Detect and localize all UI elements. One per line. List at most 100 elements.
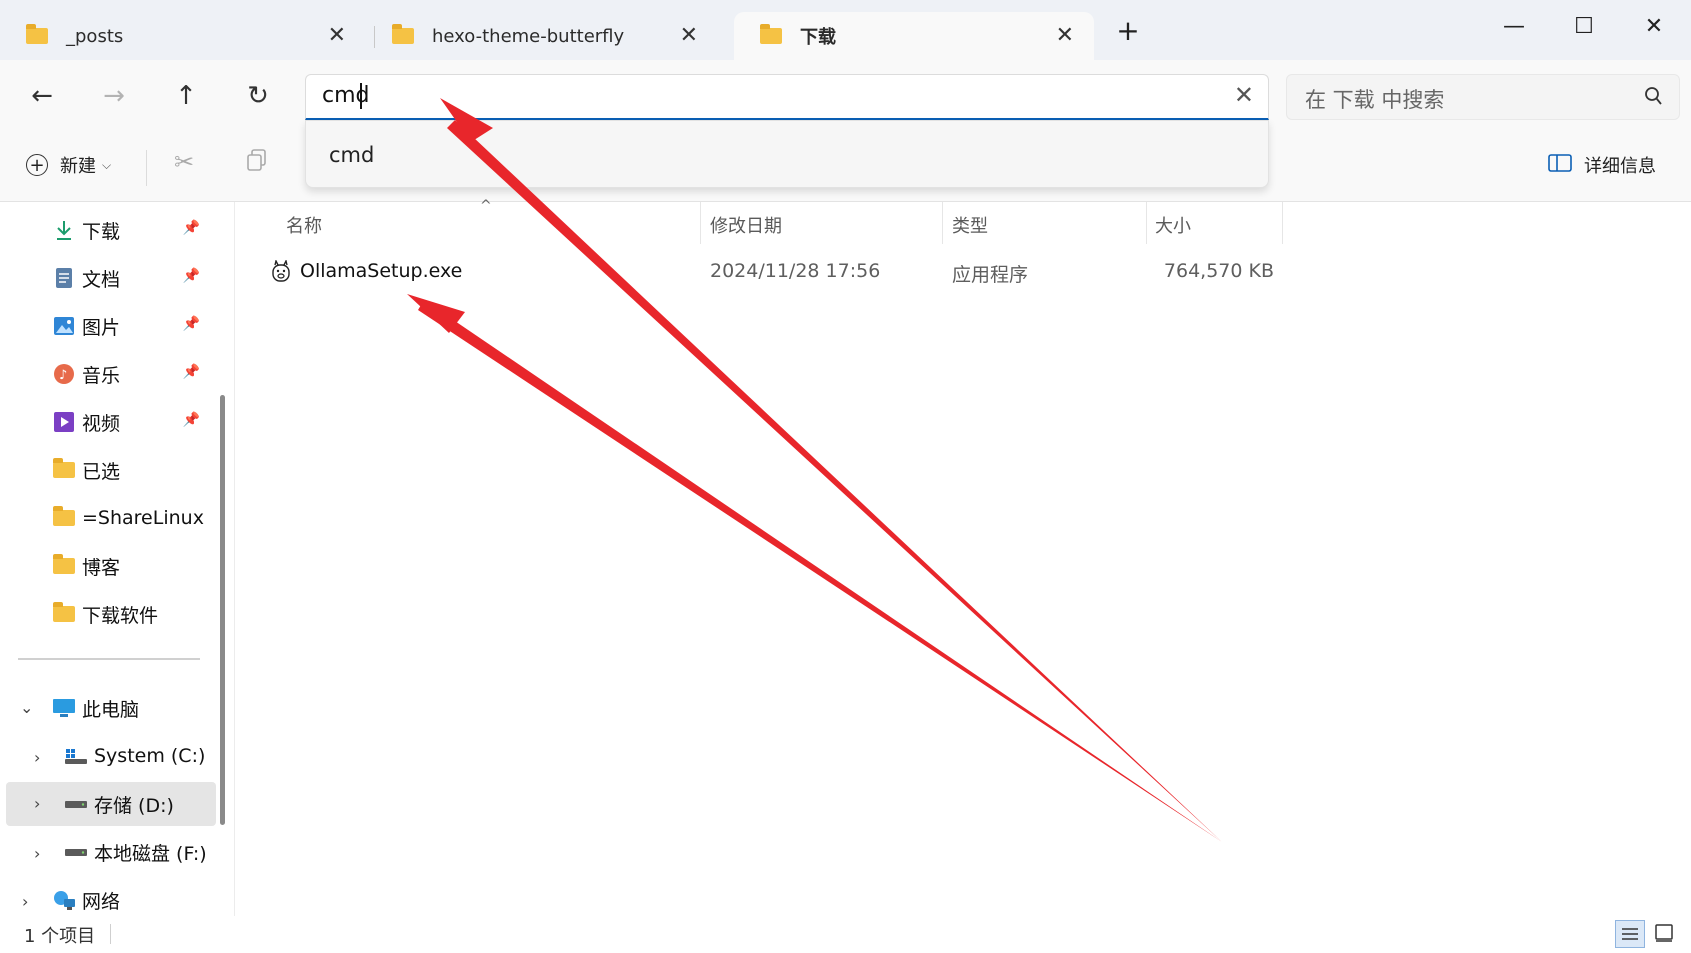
- tab-hexo-theme-butterfly[interactable]: hexo-theme-butterfly ✕: [366, 12, 718, 60]
- sidebar-item-drive-f[interactable]: 本地磁盘 (F:): [0, 830, 210, 874]
- search-placeholder: 在 下载 中搜索: [1305, 88, 1445, 112]
- sidebar-item-sharelinux[interactable]: =ShareLinux: [0, 496, 210, 540]
- back-button[interactable]: ←: [22, 78, 62, 114]
- suggestion-item[interactable]: cmd: [329, 143, 374, 167]
- list-view-icon: [1622, 928, 1638, 940]
- sidebar-item-drive-d[interactable]: › 存储 (D:): [6, 782, 216, 826]
- chevron-right-icon[interactable]: ›: [34, 794, 40, 813]
- sidebar-item-download-software[interactable]: 下载软件: [0, 592, 210, 636]
- minimize-button[interactable]: —: [1494, 12, 1534, 42]
- sidebar-item-label: 已选: [82, 460, 121, 483]
- sidebar-item-downloads[interactable]: 下载 📌: [0, 208, 210, 252]
- clear-address-icon[interactable]: ✕: [1234, 81, 1254, 109]
- sidebar-scrollbar[interactable]: [220, 395, 225, 825]
- document-icon: [52, 267, 76, 289]
- toolbar-divider: [146, 150, 147, 186]
- tab-label: hexo-theme-butterfly: [432, 25, 625, 47]
- tab-label: 下载: [800, 27, 836, 48]
- column-header-name[interactable]: 名称: [286, 212, 322, 238]
- sidebar-item-label: 文档: [82, 268, 121, 291]
- system-drive-icon: [64, 745, 88, 767]
- sidebar-item-pictures[interactable]: 图片 📌: [0, 304, 210, 348]
- file-size: 764,570 KB: [1163, 260, 1274, 282]
- folder-icon: [52, 458, 76, 481]
- sidebar-item-this-pc[interactable]: 此电脑: [0, 686, 210, 730]
- sidebar-item-label: 图片: [82, 316, 121, 339]
- sidebar-item-label: System (C:): [94, 745, 206, 767]
- video-icon: [52, 411, 76, 433]
- table-row[interactable]: OllamaSetup.exe 2024/11/28 17:56 应用程序 76…: [264, 250, 1284, 294]
- text-cursor: [360, 83, 362, 109]
- add-icon: +: [26, 154, 48, 176]
- column-header-type[interactable]: 类型: [952, 212, 988, 238]
- sidebar-item-documents[interactable]: 文档 📌: [0, 256, 210, 300]
- pin-icon[interactable]: 📌: [183, 316, 200, 332]
- sidebar-item-selected[interactable]: 已选: [0, 448, 210, 492]
- search-icon[interactable]: [1643, 85, 1663, 111]
- annotation-arrow-to-file: [418, 300, 1222, 842]
- sidebar-item-label: 本地磁盘 (F:): [94, 842, 207, 865]
- folder-icon: [26, 24, 48, 44]
- pin-icon[interactable]: 📌: [183, 412, 200, 428]
- navigation-pane: 下载 📌 文档 📌 图片 📌 ♪ 音乐 📌 视频 📌 已选 =ShareLinu…: [0, 202, 222, 916]
- tab-posts[interactable]: _posts ✕: [0, 12, 366, 60]
- pictures-icon: [52, 315, 76, 337]
- column-separator[interactable]: [942, 202, 943, 244]
- copy-button[interactable]: [246, 148, 268, 177]
- tab-downloads[interactable]: 下载 ✕: [734, 12, 1094, 60]
- tab-label: _posts: [66, 25, 124, 47]
- copy-icon: [246, 148, 268, 177]
- tiles-view-button[interactable]: [1650, 920, 1680, 948]
- tab-close-icon[interactable]: ✕: [328, 25, 346, 47]
- close-window-button[interactable]: ✕: [1634, 12, 1674, 42]
- address-bar[interactable]: cmd ✕: [305, 74, 1269, 120]
- sidebar-divider: [18, 658, 200, 660]
- status-divider: [110, 924, 111, 944]
- new-tab-button[interactable]: +: [1108, 16, 1148, 46]
- folder-icon: [760, 24, 782, 44]
- pin-icon[interactable]: 📌: [183, 364, 200, 380]
- sidebar-item-blog[interactable]: 博客: [0, 544, 210, 588]
- sidebar-item-label: 下载: [82, 220, 121, 243]
- address-input[interactable]: cmd: [322, 83, 370, 108]
- forward-button[interactable]: →: [94, 78, 134, 114]
- sort-ascending-icon: ^: [480, 198, 492, 214]
- column-header-size[interactable]: 大小: [1155, 212, 1191, 238]
- sidebar-item-music[interactable]: ♪ 音乐 📌: [0, 352, 210, 396]
- music-icon: ♪: [52, 363, 76, 385]
- item-count: 1 个项目: [24, 926, 96, 947]
- pin-icon[interactable]: 📌: [183, 220, 200, 236]
- details-label: 详细信息: [1584, 156, 1656, 177]
- column-separator[interactable]: [1282, 202, 1283, 244]
- folder-icon: [52, 602, 76, 625]
- column-separator[interactable]: [1146, 202, 1147, 244]
- sidebar-item-label: 存储 (D:): [94, 794, 174, 817]
- status-bar: 1 个项目: [0, 916, 1691, 953]
- sidebar-item-label: 下载软件: [82, 604, 159, 627]
- sidebar-item-drive-c[interactable]: System (C:): [0, 734, 210, 778]
- network-icon: [52, 889, 76, 911]
- tab-close-icon[interactable]: ✕: [1056, 25, 1074, 47]
- up-button[interactable]: ↑: [166, 78, 206, 114]
- refresh-button[interactable]: ↻: [238, 78, 278, 114]
- cut-button[interactable]: ✂: [174, 148, 194, 176]
- new-button[interactable]: + 新建 ⌵: [26, 152, 111, 178]
- column-header-modified[interactable]: 修改日期: [710, 212, 782, 238]
- sidebar-item-videos[interactable]: 视频 📌: [0, 400, 210, 444]
- search-box[interactable]: 在 下载 中搜索: [1286, 74, 1680, 120]
- tab-close-icon[interactable]: ✕: [680, 25, 698, 47]
- details-pane-icon: [1548, 153, 1572, 177]
- details-button[interactable]: 详细信息: [1548, 152, 1656, 178]
- maximize-button[interactable]: ☐: [1564, 12, 1604, 42]
- tiles-view-icon: [1655, 924, 1673, 942]
- folder-icon: [52, 506, 76, 529]
- drive-icon: [64, 841, 88, 863]
- drive-icon: [64, 793, 88, 815]
- file-name: OllamaSetup.exe: [300, 260, 463, 282]
- download-icon: [52, 219, 76, 241]
- chevron-down-icon: ⌵: [102, 157, 112, 172]
- pin-icon[interactable]: 📌: [183, 268, 200, 284]
- column-separator[interactable]: [700, 202, 701, 244]
- details-view-button[interactable]: [1615, 920, 1645, 948]
- pane-divider: [234, 202, 235, 916]
